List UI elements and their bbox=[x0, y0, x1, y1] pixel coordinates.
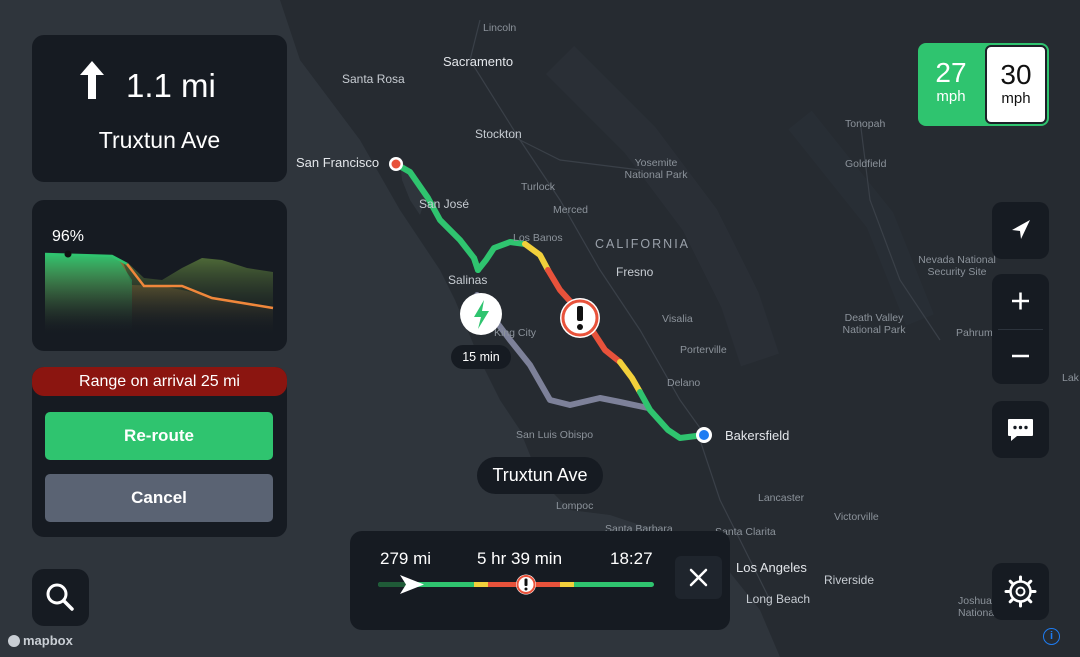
traffic-warning-icon bbox=[560, 298, 600, 338]
trip-progress-bar bbox=[378, 574, 654, 595]
map-label-sacramento: Sacramento bbox=[443, 54, 514, 69]
settings-button[interactable] bbox=[992, 563, 1049, 620]
map-label-goldfield: Goldfield bbox=[845, 158, 887, 170]
map-label-stockton: Stockton bbox=[475, 127, 522, 141]
street-callout: Truxtun Ave bbox=[477, 457, 603, 494]
map-label-nevada-security-site: Nevada National Security Site bbox=[918, 254, 996, 278]
map-label-visalia: Visalia bbox=[662, 313, 693, 325]
trip-duration: 5 hr 39 min bbox=[477, 549, 563, 568]
reroute-button[interactable]: Re-route bbox=[45, 412, 273, 460]
close-icon bbox=[689, 568, 708, 587]
info-icon[interactable]: i bbox=[1043, 628, 1060, 645]
map-label-bakersfield: Bakersfield bbox=[725, 428, 790, 443]
map-label-turlock: Turlock bbox=[521, 181, 556, 193]
cancel-button[interactable]: Cancel bbox=[45, 474, 273, 522]
maneuver-distance: 1.1 mi bbox=[126, 67, 216, 104]
map-label-king-city: King City bbox=[494, 327, 537, 339]
map-label-tonopah: Tonopah bbox=[845, 118, 886, 130]
minus-icon bbox=[1012, 354, 1029, 358]
map-label-riverside: Riverside bbox=[824, 573, 875, 587]
map-label-long-beach: Long Beach bbox=[746, 592, 811, 606]
arrow-up-icon bbox=[80, 61, 104, 99]
battery-percent: 96% bbox=[52, 228, 85, 245]
search-icon bbox=[46, 583, 74, 611]
range-warning-banner: Range on arrival 25 mi bbox=[32, 367, 287, 396]
map-label-san-jose: San José bbox=[419, 197, 470, 211]
map-label-los-angeles: Los Angeles bbox=[736, 560, 807, 575]
current-speed-value: 27 bbox=[935, 57, 967, 88]
map-label-lancaster: Lancaster bbox=[758, 492, 805, 504]
maneuver-street: Truxtun Ave bbox=[98, 127, 221, 153]
zoom-in-button[interactable] bbox=[992, 274, 1049, 329]
elevation-chart bbox=[44, 250, 274, 335]
trip-distance: 279 mi bbox=[380, 549, 432, 568]
search-button[interactable] bbox=[32, 569, 89, 626]
zoom-out-button[interactable] bbox=[992, 329, 1049, 384]
map-label-porterville: Porterville bbox=[680, 344, 727, 356]
plus-icon bbox=[1012, 292, 1029, 310]
map-label-san-luis-obispo: San Luis Obispo bbox=[516, 429, 594, 441]
progress-warning-icon bbox=[516, 574, 536, 595]
gear-icon bbox=[1004, 575, 1037, 608]
mapbox-attribution: mapbox bbox=[8, 633, 73, 648]
elevation-panel: 96% bbox=[32, 200, 287, 351]
navigation-arrow-icon bbox=[1012, 220, 1030, 239]
map-label-lake: Lak bbox=[1062, 372, 1079, 384]
map-label-yosemite: Yosemite National Park bbox=[624, 157, 688, 181]
speed-limit-unit: mph bbox=[1001, 90, 1031, 107]
map-label-merced: Merced bbox=[553, 204, 589, 216]
speed-limit-sign: 30 mph bbox=[985, 45, 1047, 124]
map-label-san-francisco: San Francisco bbox=[296, 155, 380, 170]
trip-summary-panel: 279 mi 5 hr 39 min 18:27 bbox=[350, 531, 730, 630]
recenter-button[interactable] bbox=[992, 202, 1049, 259]
current-speed: 27 mph bbox=[918, 58, 984, 106]
charger-duration-label: 15 min bbox=[451, 345, 511, 369]
speed-limit-value: 30 bbox=[1000, 59, 1032, 90]
map-label-joshua: Joshua Nationa bbox=[958, 595, 995, 619]
map-label-salinas: Salinas bbox=[448, 273, 488, 287]
map-label-fresno: Fresno bbox=[616, 265, 654, 279]
map-label-lincoln: Lincoln bbox=[483, 22, 517, 34]
trip-arrival-time: 18:27 bbox=[610, 549, 653, 568]
map-label-santa-rosa: Santa Rosa bbox=[342, 72, 405, 86]
current-speed-unit: mph bbox=[936, 88, 966, 105]
mapbox-logo-icon bbox=[8, 635, 20, 647]
end-trip-button[interactable] bbox=[675, 556, 722, 599]
maneuver-panel: 1.1 mi Truxtun Ave bbox=[32, 35, 287, 182]
map-label-los-banos: Los Banos bbox=[513, 232, 563, 244]
feedback-button[interactable] bbox=[992, 401, 1049, 458]
map-label-delano: Delano bbox=[667, 377, 701, 389]
map-label-victorville: Victorville bbox=[834, 511, 879, 523]
zoom-controls bbox=[992, 274, 1049, 384]
chat-bubble-icon bbox=[1008, 419, 1033, 441]
map-label-lompoc: Lompoc bbox=[556, 500, 594, 512]
map-label-death-valley: Death Valley National Park bbox=[842, 312, 906, 336]
map-label-california: CALIFORNIA bbox=[595, 237, 691, 251]
